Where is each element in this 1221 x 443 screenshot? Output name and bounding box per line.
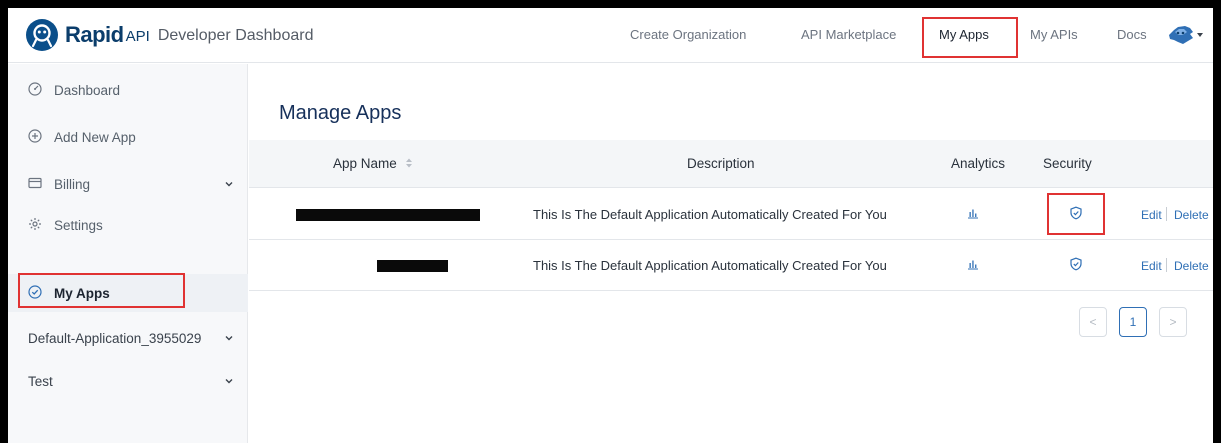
highlight-box-sidebar-my-apps <box>18 273 185 308</box>
top-navbar: Rapid API Developer Dashboard Create Org… <box>8 8 1213 63</box>
sidebar-item-default-application[interactable]: Default-Application_3955029 <box>8 319 248 357</box>
highlight-box-nav-my-apps <box>922 17 1018 58</box>
sort-icon[interactable] <box>405 157 413 169</box>
table-row: This Is The Default Application Automati… <box>249 189 1213 240</box>
sidebar-item-dashboard[interactable]: Dashboard <box>8 71 248 109</box>
edit-link[interactable]: Edit <box>1141 259 1162 273</box>
column-header-app-name[interactable]: App Name <box>333 156 413 171</box>
edit-link[interactable]: Edit <box>1141 208 1162 222</box>
highlight-box-security-icon <box>1047 193 1105 235</box>
chevron-down-icon <box>225 182 233 187</box>
redacted-app-name <box>296 209 480 221</box>
chevron-down-icon <box>1197 33 1203 37</box>
pagination-prev-button[interactable]: < <box>1079 307 1107 337</box>
shield-icon[interactable] <box>1069 257 1083 271</box>
column-header-analytics: Analytics <box>951 156 1006 171</box>
analytics-icon[interactable] <box>966 206 980 220</box>
plus-circle-icon <box>28 129 44 145</box>
chevron-down-icon <box>225 336 233 341</box>
sidebar-item-settings[interactable]: Settings <box>8 206 248 244</box>
sidebar-item-label: Default-Application_3955029 <box>28 330 202 346</box>
nav-my-apis[interactable]: My APIs <box>1030 27 1078 42</box>
table-header: App Name Description Analytics Security <box>249 140 1213 188</box>
sidebar-item-billing[interactable]: Billing <box>8 165 248 203</box>
main-content: Manage Apps App Name Description Analyti… <box>249 64 1213 443</box>
user-avatar-icon[interactable] <box>1166 24 1206 46</box>
sidebar-item-add-new-app[interactable]: Add New App <box>8 118 248 156</box>
delete-link[interactable]: Delete <box>1174 259 1209 273</box>
row-description: This Is The Default Application Automati… <box>533 207 887 222</box>
sidebar-item-label: Dashboard <box>54 82 121 98</box>
redacted-app-name <box>377 260 448 272</box>
card-icon <box>28 176 44 192</box>
nav-api-marketplace[interactable]: API Marketplace <box>801 27 896 42</box>
table-row: This Is The Default Application Automati… <box>249 240 1213 291</box>
pagination-page-1[interactable]: 1 <box>1119 307 1147 337</box>
sidebar: Dashboard Add New App Billing Settings M… <box>8 64 248 443</box>
sidebar-item-label: Settings <box>54 217 103 233</box>
delete-link[interactable]: Delete <box>1174 208 1209 222</box>
sidebar-item-label: Test <box>28 373 53 389</box>
pagination-next-button[interactable]: > <box>1159 307 1187 337</box>
chevron-down-icon <box>225 379 233 384</box>
analytics-icon[interactable] <box>966 257 980 271</box>
page-title: Manage Apps <box>279 102 402 124</box>
nav-create-organization[interactable]: Create Organization <box>630 27 746 42</box>
app-window: Rapid API Developer Dashboard Create Org… <box>8 8 1213 443</box>
column-header-security: Security <box>1043 156 1092 171</box>
gear-icon <box>28 217 44 233</box>
column-header-description: Description <box>687 156 755 171</box>
top-nav: Create Organization API Marketplace My A… <box>8 8 1213 63</box>
dashboard-icon <box>28 82 44 98</box>
sidebar-item-label: Add New App <box>54 129 136 145</box>
row-description: This Is The Default Application Automati… <box>533 258 887 273</box>
nav-docs[interactable]: Docs <box>1117 27 1147 42</box>
action-separator <box>1166 207 1167 221</box>
action-separator <box>1166 258 1167 272</box>
sidebar-item-label: Billing <box>54 176 91 192</box>
sidebar-item-test[interactable]: Test <box>8 362 248 400</box>
